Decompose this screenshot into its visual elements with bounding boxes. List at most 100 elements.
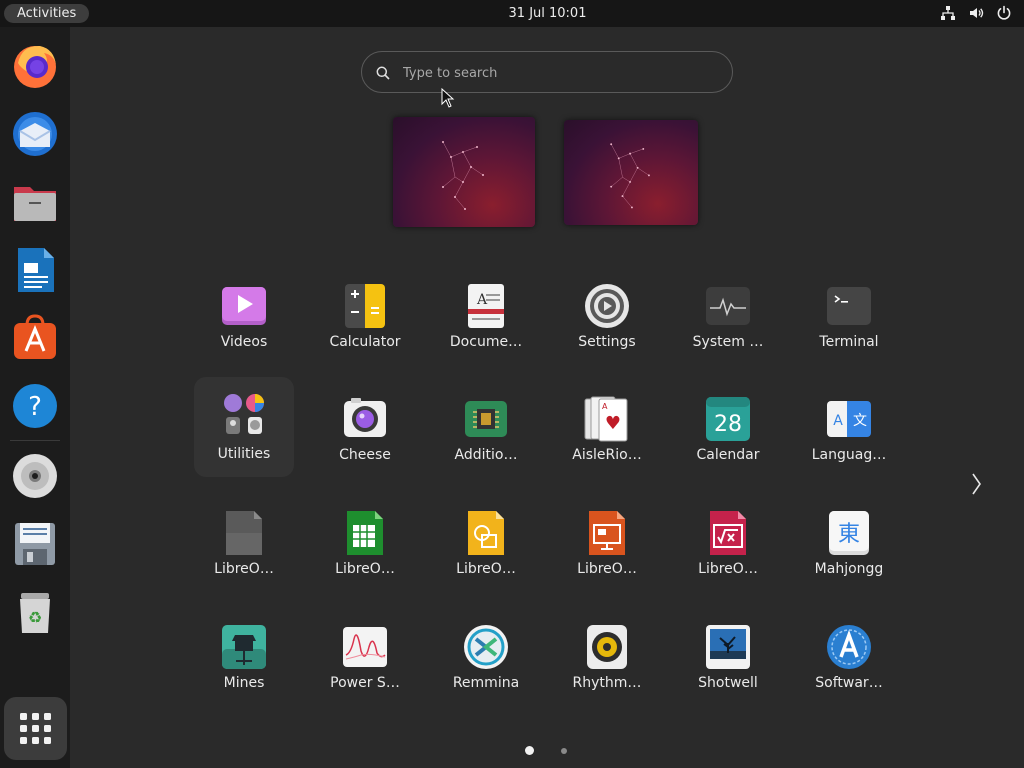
app-label: Calculator <box>329 334 401 350</box>
dock-libreoffice-writer[interactable] <box>10 245 60 295</box>
app-label: Settings <box>578 334 636 350</box>
remmina-icon <box>462 623 510 671</box>
cheese-icon <box>341 395 389 443</box>
app-label: Utilities <box>217 446 271 462</box>
help-icon: ? <box>13 384 57 428</box>
app-label: LibreO… <box>214 561 274 577</box>
app-label: Languag… <box>811 447 887 463</box>
mouse-cursor-icon <box>441 88 455 108</box>
libreoffice-icon <box>220 509 268 557</box>
app-libreoffice-math[interactable]: LibreO… <box>678 505 778 605</box>
utilities-folder-icon <box>220 390 268 438</box>
dock-trash[interactable]: ♻ <box>10 587 60 637</box>
libreoffice-impress-icon <box>583 509 631 557</box>
firefox-icon <box>14 45 56 88</box>
calculator-icon <box>341 282 389 330</box>
app-label: Shotwell <box>698 675 758 691</box>
system-monitor-icon <box>704 282 752 330</box>
search-bar[interactable] <box>361 51 733 93</box>
aisleriot-icon: A ♥ <box>583 395 631 443</box>
disc-icon <box>13 454 57 498</box>
app-power-statistics[interactable]: Power S… <box>315 619 415 719</box>
language-support-icon: A文 <box>825 395 873 443</box>
dock-disc[interactable] <box>10 451 60 501</box>
app-calendar[interactable]: 28 Calendar <box>678 391 778 491</box>
app-label: Power S… <box>330 675 400 691</box>
app-label: System … <box>692 334 764 350</box>
app-label: LibreO… <box>698 561 758 577</box>
app-label: Mahjongg <box>814 561 884 577</box>
show-apps-button[interactable] <box>4 697 67 760</box>
dock: ? ♻ <box>0 27 70 768</box>
app-mahjongg[interactable]: 東 Mahjongg <box>799 505 899 605</box>
shotwell-icon <box>704 623 752 671</box>
app-libreoffice[interactable]: LibreO… <box>194 505 294 605</box>
app-label: Videos <box>220 334 268 350</box>
volume-icon[interactable] <box>968 5 984 21</box>
app-rhythmbox[interactable]: Rhythm… <box>557 619 657 719</box>
svg-text:?: ? <box>28 392 42 422</box>
dock-help[interactable]: ? <box>10 381 60 431</box>
floppy-disk-icon <box>15 523 55 565</box>
libreoffice-draw-icon <box>462 509 510 557</box>
rhythmbox-icon <box>583 623 631 671</box>
wallpaper-icon <box>442 141 484 210</box>
app-system-monitor[interactable]: System … <box>678 278 778 378</box>
system-tray[interactable] <box>940 5 1012 21</box>
dock-thunderbird[interactable] <box>10 109 60 159</box>
dock-save[interactable] <box>10 519 60 569</box>
app-label: Docume… <box>449 334 523 350</box>
mines-icon <box>220 623 268 671</box>
search-icon <box>376 66 390 80</box>
workspace-thumbnail-1[interactable] <box>393 117 535 227</box>
app-shotwell[interactable]: Shotwell <box>678 619 778 719</box>
document-viewer-icon: A <box>462 282 510 330</box>
page-indicator-1[interactable] <box>525 746 534 755</box>
app-libreoffice-impress[interactable]: LibreO… <box>557 505 657 605</box>
top-bar: Activities 31 Jul 10:01 <box>0 0 1024 27</box>
app-additional-drivers[interactable]: Additio… <box>436 391 536 491</box>
clock[interactable]: 31 Jul 10:01 <box>0 0 1024 27</box>
page-indicator-2[interactable] <box>561 748 567 754</box>
app-software-updater[interactable]: Softwar… <box>799 619 899 719</box>
app-videos[interactable]: Videos <box>194 278 294 378</box>
power-icon[interactable] <box>996 5 1012 21</box>
app-language-support[interactable]: A文 Languag… <box>799 391 899 491</box>
app-terminal[interactable]: Terminal <box>799 278 899 378</box>
chevron-right-icon[interactable] <box>968 472 984 496</box>
app-aisleriot[interactable]: A ♥ AisleRio… <box>557 391 657 491</box>
svg-text:♻: ♻ <box>28 608 42 627</box>
app-label: Mines <box>223 675 265 691</box>
network-icon[interactable] <box>940 5 956 21</box>
app-document-viewer[interactable]: A Docume… <box>436 278 536 378</box>
mahjongg-icon: 東 <box>825 509 873 557</box>
app-utilities-folder[interactable]: Utilities <box>194 377 294 477</box>
app-label: Rhythm… <box>572 675 642 691</box>
app-remmina[interactable]: Remmina <box>436 619 536 719</box>
app-label: Softwar… <box>815 675 883 691</box>
search-input[interactable] <box>403 62 703 84</box>
app-label: Remmina <box>452 675 520 691</box>
app-label: LibreO… <box>456 561 516 577</box>
app-label: LibreO… <box>577 561 637 577</box>
terminal-icon <box>825 282 873 330</box>
svg-text:♥: ♥ <box>605 413 621 434</box>
app-cheese[interactable]: Cheese <box>315 391 415 491</box>
app-label: Terminal <box>819 334 879 350</box>
app-center-icon <box>14 314 56 359</box>
dock-files[interactable] <box>10 177 60 227</box>
app-libreoffice-draw[interactable]: LibreO… <box>436 505 536 605</box>
dock-app-center[interactable] <box>10 313 60 363</box>
trash-icon: ♻ <box>20 593 50 633</box>
app-label: Cheese <box>339 447 391 463</box>
app-label: LibreO… <box>335 561 395 577</box>
dock-firefox[interactable] <box>10 41 60 91</box>
workspace-thumbnail-2[interactable] <box>564 120 698 225</box>
app-mines[interactable]: Mines <box>194 619 294 719</box>
app-settings[interactable]: Settings <box>557 278 657 378</box>
folder-icon <box>14 187 56 221</box>
app-calculator[interactable]: Calculator <box>315 278 415 378</box>
app-libreoffice-calc[interactable]: LibreO… <box>315 505 415 605</box>
libreoffice-math-icon <box>704 509 752 557</box>
videos-icon <box>220 282 268 330</box>
